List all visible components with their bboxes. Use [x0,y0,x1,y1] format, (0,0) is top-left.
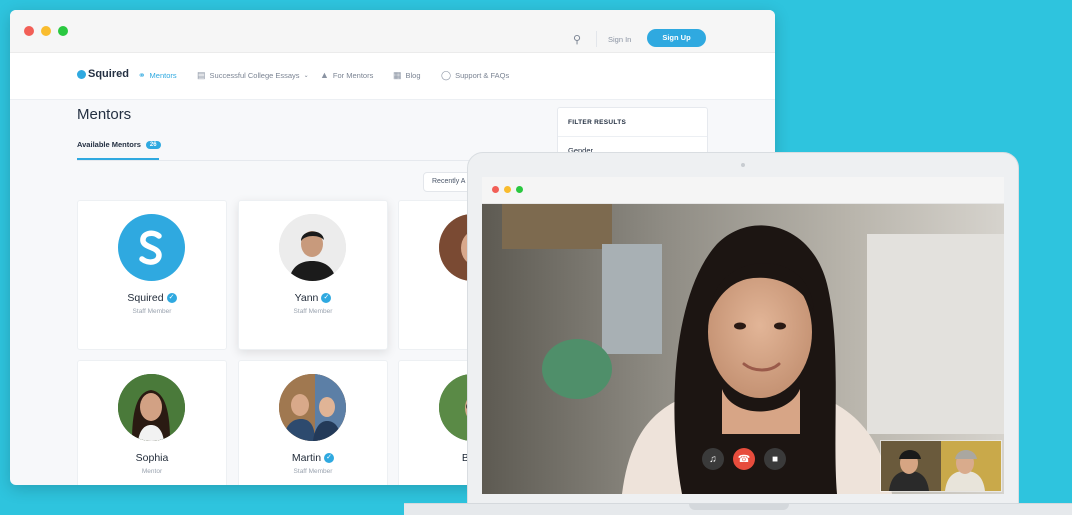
nav-item-label: Mentors [149,71,177,80]
video-call-feed: ♫ ☎ ■ [482,204,1004,494]
chat-icon: ◯ [441,70,452,80]
filter-divider [558,136,707,137]
avatar [118,374,185,441]
zoom-window-button[interactable] [58,26,68,36]
call-controls: ♫ ☎ ■ [702,448,786,470]
mentor-role: Staff Member [132,308,172,315]
graduation-cap-icon: ▲ [320,70,329,80]
document-icon: ▤ [197,70,206,80]
mentor-card[interactable]: Yann ✓ Staff Member [238,200,388,350]
nav-item-essays[interactable]: ▤ Successful College Essays ⌄ [197,70,309,81]
tab-available-mentors[interactable]: Available Mentors 26 [77,140,161,149]
mentor-card[interactable]: Martin ✓ Staff Member [238,360,388,485]
video-window-titlebar [482,177,1004,204]
end-call-icon[interactable]: ☎ [733,448,755,470]
verified-badge-icon: ✓ [321,293,332,303]
verified-badge-icon: ✓ [324,453,335,463]
blog-icon: ▦ [393,70,402,80]
page-title: Mentors [77,106,132,123]
mute-icon[interactable]: ♫ [702,448,724,470]
mentor-name: Squired [127,292,164,304]
chevron-down-icon: ⌄ [303,73,309,79]
mentor-name-row: Martin ✓ [239,452,387,464]
sign-up-button[interactable]: Sign Up [647,29,706,47]
mentor-role: Staff Member [293,468,333,475]
close-window-button[interactable] [492,186,499,193]
mentor-role: Mentor [141,468,163,475]
nav-item-for-mentors[interactable]: ▲ For Mentors [320,70,373,80]
filter-title: FILTER RESULTS [568,119,627,126]
person-photo-icon [279,374,346,441]
logo-mark-icon [77,69,86,79]
nav-item-label: Successful College Essays [209,71,300,80]
search-icon[interactable]: ⚲ [573,33,581,46]
laptop-notch [689,504,789,510]
mentor-count-badge: 26 [145,140,161,149]
mentor-name: Sophia [135,452,169,464]
mentor-card[interactable]: Sophia Mentor [77,360,227,485]
mentor-name: Martin [291,452,322,464]
nav-item-blog[interactable]: ▦ Blog [393,70,421,81]
self-view-thumbnail [880,440,1002,492]
person-photo-icon [118,374,185,441]
webcam-icon [741,163,745,167]
nav-divider [596,31,597,47]
mentor-name-row: Yann ✓ [239,292,387,304]
logo-text: Squired [88,68,129,80]
minimize-window-button[interactable] [41,26,51,36]
avatar [279,214,346,281]
avatar [279,374,346,441]
mentors-icon: ⚭ [138,70,146,80]
tab-label: Available Mentors [77,140,141,149]
zoom-window-button[interactable] [516,186,523,193]
laptop-frame: ♫ ☎ ■ [467,152,1019,510]
top-navigation: Squired ⚭ Mentors ▤ Successful College E… [10,53,775,100]
camera-icon[interactable]: ■ [764,448,786,470]
laptop-screen: ♫ ☎ ■ [482,177,1004,494]
mentor-name: Yann [294,292,319,304]
site-logo[interactable]: Squired [77,68,129,80]
nav-item-mentors[interactable]: ⚭ Mentors [138,70,177,81]
mentor-name-row: Sophia [78,452,226,464]
squired-logo-icon [139,230,162,265]
nav-item-label: Blog [405,71,421,80]
mentor-role: Staff Member [293,308,333,315]
avatar [118,214,185,281]
nav-item-label: Support & FAQs [455,71,510,80]
nav-item-label: For Mentors [332,70,374,80]
person-photo-icon [279,214,346,281]
mentor-name-row: Squired ✓ [78,292,226,304]
nav-item-support[interactable]: ◯ Support & FAQs [441,70,509,81]
laptop-base [404,503,1072,515]
verified-badge-icon: ✓ [166,293,177,303]
mentor-card[interactable]: Squired ✓ Staff Member [77,200,227,350]
sign-in-link[interactable]: Sign In [608,35,631,44]
close-window-button[interactable] [24,26,34,36]
minimize-window-button[interactable] [504,186,511,193]
self-view-image [881,441,1001,491]
